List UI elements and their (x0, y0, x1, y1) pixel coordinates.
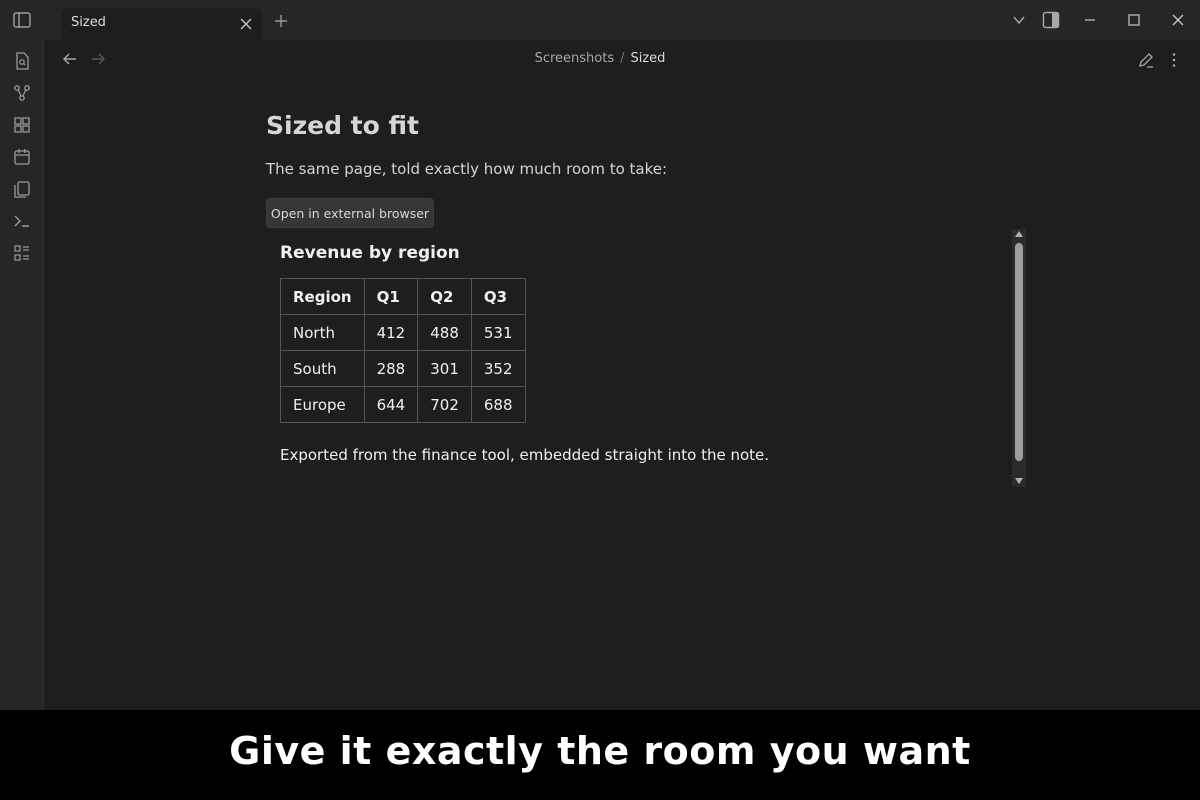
breadcrumb: Screenshots / Sized (0, 51, 1200, 66)
table-cell: Europe (280, 386, 365, 423)
maximize-icon[interactable] (1125, 11, 1143, 29)
breadcrumb-parent[interactable]: Screenshots (535, 51, 615, 66)
table-cell: North (280, 314, 365, 351)
table-cell: South (280, 350, 365, 387)
column-header: Q3 (470, 278, 526, 315)
caption-bar: Give it exactly the room you want (0, 710, 1200, 800)
table-cell: 644 (363, 386, 419, 423)
minimize-icon[interactable] (1081, 11, 1099, 29)
copy-icon[interactable] (12, 179, 32, 199)
tab-sized[interactable]: Sized (62, 8, 262, 40)
table-cell: 688 (470, 386, 526, 423)
column-header: Q2 (417, 278, 472, 315)
new-tab-icon[interactable] (272, 12, 290, 30)
calendar-icon[interactable] (12, 147, 32, 167)
table-cell: 488 (417, 314, 472, 351)
breadcrumb-separator: / (620, 51, 625, 66)
edit-pencil-icon[interactable] (1137, 51, 1155, 69)
revenue-table: Region Q1 Q2 Q3 North 412 488 531 South … (280, 278, 526, 423)
column-header: Region (280, 278, 365, 315)
chevron-down-icon[interactable] (1010, 11, 1028, 29)
left-ribbon (0, 40, 44, 710)
embed-heading: Revenue by region (280, 243, 460, 263)
breadcrumb-current[interactable]: Sized (630, 51, 665, 66)
right-sidebar-toggle-icon[interactable] (1042, 11, 1060, 29)
table-row: Europe 644 702 688 (280, 386, 526, 423)
embed-scrollbar[interactable] (1012, 229, 1026, 487)
table-cell: 352 (470, 350, 526, 387)
scroll-up-arrow-icon[interactable] (1015, 231, 1023, 237)
caption-text: Give it exactly the room you want (229, 729, 971, 773)
table-row: South 288 301 352 (280, 350, 526, 387)
note-paragraph: The same page, told exactly how much roo… (266, 160, 668, 178)
close-icon[interactable] (238, 16, 254, 32)
title-bar: Sized (0, 0, 1200, 40)
scroll-down-arrow-icon[interactable] (1015, 478, 1023, 484)
tab-title: Sized (71, 15, 106, 30)
window-close-icon[interactable] (1169, 11, 1187, 29)
embed-footer-text: Exported from the finance tool, embedded… (280, 446, 770, 464)
table-cell: 301 (417, 350, 472, 387)
table-cell: 412 (363, 314, 419, 351)
sidebar-toggle-icon[interactable] (12, 10, 32, 30)
table-cell: 702 (417, 386, 472, 423)
column-header: Q1 (363, 278, 419, 315)
table-cell: 531 (470, 314, 526, 351)
grid-icon[interactable] (12, 115, 32, 135)
table-header-row: Region Q1 Q2 Q3 (280, 278, 526, 315)
terminal-icon[interactable] (12, 211, 32, 231)
more-options-icon[interactable] (1165, 51, 1183, 69)
page-title: Sized to fit (266, 111, 419, 140)
table-row: North 412 488 531 (280, 314, 526, 351)
open-external-browser-button[interactable]: Open in external browser (266, 198, 434, 228)
graph-icon[interactable] (12, 83, 32, 103)
embedded-page[interactable]: Revenue by region Region Q1 Q2 Q3 North … (266, 229, 1027, 487)
scrollbar-thumb[interactable] (1015, 243, 1023, 461)
table-cell: 288 (363, 350, 419, 387)
list-icon[interactable] (12, 243, 32, 263)
